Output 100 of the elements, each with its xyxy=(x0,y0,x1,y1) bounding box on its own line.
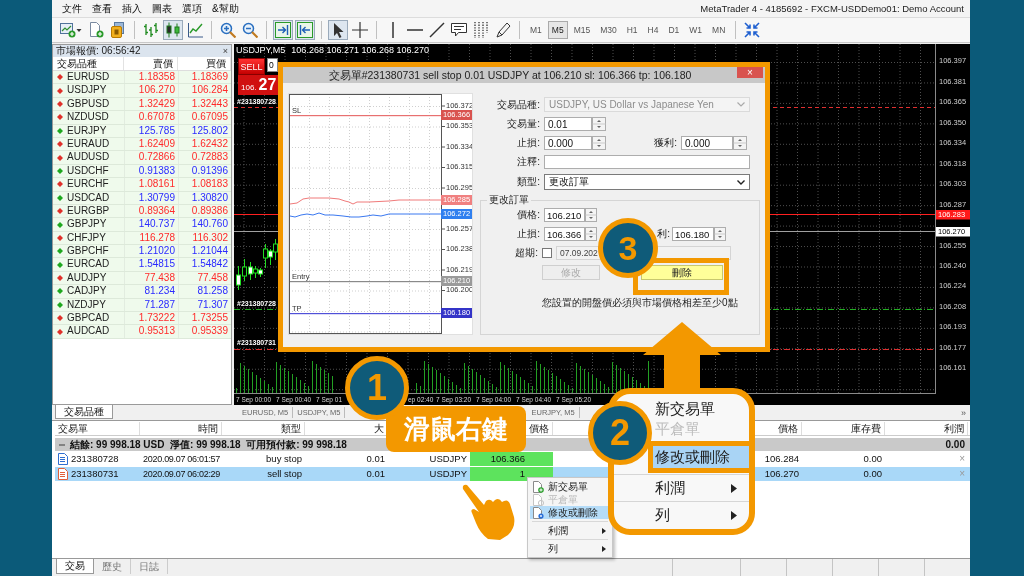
close-button[interactable]: × xyxy=(222,46,228,56)
quote-row[interactable]: CADJPY 81.234 81.258 xyxy=(53,285,231,299)
ask-price: 0.91396 xyxy=(178,164,231,178)
ask-price: 0.67095 xyxy=(178,111,231,124)
bid-price: 0.95313 xyxy=(124,325,178,338)
zoom-in-icon[interactable] xyxy=(218,20,238,40)
column-header[interactable]: 時間 xyxy=(198,423,218,434)
quote-row[interactable]: NZDUSD 0.67078 0.67095 xyxy=(53,111,231,125)
menu-item[interactable]: 列 xyxy=(653,504,749,526)
type-select[interactable]: 更改訂單 xyxy=(544,174,750,190)
input-field[interactable]: 106.180 xyxy=(672,227,714,241)
scroll-tabs-button[interactable]: » xyxy=(961,407,970,418)
candlestick-icon[interactable] xyxy=(163,20,183,40)
input-field[interactable]: 0.01 xyxy=(544,117,592,131)
menu-item[interactable]: 圖表 xyxy=(147,1,177,16)
timeframe-button[interactable]: H1 xyxy=(622,21,642,39)
timeframe-button[interactable]: D1 xyxy=(664,21,684,39)
diagonal-line-icon[interactable] xyxy=(427,20,447,40)
menu-item[interactable]: &幫助 xyxy=(207,1,244,16)
bid-price: 106.270 xyxy=(124,84,178,97)
spinner-icon[interactable] xyxy=(714,227,726,241)
quote-row[interactable]: GBPCAD 1.73222 1.73255 xyxy=(53,312,231,326)
lot-field[interactable]: 0 xyxy=(267,58,278,72)
chart-plus-icon[interactable] xyxy=(58,20,84,40)
spinner-icon[interactable] xyxy=(585,208,597,222)
tab[interactable]: 交易品種 xyxy=(55,405,113,419)
input-field[interactable] xyxy=(544,155,750,169)
hint-text: 您設置的開盤價必須與市場價格相差至少0點 xyxy=(541,297,739,309)
line-chart-icon[interactable] xyxy=(185,20,205,40)
spinner-icon[interactable] xyxy=(585,227,597,241)
quote-row[interactable]: AUDUSD 0.72866 0.72883 xyxy=(53,151,231,165)
column-header[interactable]: 賣價 xyxy=(124,57,178,70)
menu-item[interactable]: 修改或刪除 xyxy=(530,506,610,519)
arrows-in-icon[interactable] xyxy=(742,20,763,40)
quote-row[interactable]: USDJPY 106.270 106.284 xyxy=(53,84,231,98)
bar-chart-icon[interactable] xyxy=(141,20,161,40)
menu-item[interactable]: 修改或刪除 xyxy=(653,446,749,468)
tab[interactable]: 交易 xyxy=(56,559,94,574)
timeframe-button[interactable]: M15 xyxy=(569,21,595,39)
timeframe-button[interactable]: MN xyxy=(708,21,730,39)
column-header[interactable]: 庫存費 xyxy=(851,423,881,434)
column-header[interactable]: 類型 xyxy=(281,423,301,434)
symbol-name: EURGBP xyxy=(67,204,110,218)
zoom-out-icon[interactable] xyxy=(240,20,260,40)
column-header[interactable]: 交易品種 xyxy=(53,57,124,70)
bid-price: 71.287 xyxy=(124,298,178,312)
menu-item[interactable]: 新交易單 xyxy=(530,480,610,493)
tab[interactable]: 歷史 xyxy=(94,559,131,574)
cursor-icon[interactable] xyxy=(328,20,348,40)
quote-row[interactable]: GBPJPY 140.737 140.760 xyxy=(53,218,231,232)
quote-row[interactable]: EURUSD 1.18358 1.18369 xyxy=(53,71,231,85)
input-field[interactable]: 106.210 xyxy=(544,208,585,222)
menu-item[interactable]: 利潤 xyxy=(530,524,610,537)
menu-item[interactable]: 列 xyxy=(530,542,610,555)
ask-price: 0.89386 xyxy=(178,204,231,218)
column-header[interactable]: 大 xyxy=(374,423,384,434)
column-header[interactable]: 利潤 xyxy=(944,423,964,434)
table-cell: 0.01 xyxy=(366,468,385,479)
timeframe-button[interactable]: M1 xyxy=(526,21,546,39)
menu-item[interactable]: 新交易單 xyxy=(653,398,749,420)
crosshair-icon[interactable] xyxy=(350,20,370,40)
sell-button[interactable]: SELL xyxy=(238,58,265,75)
quote-row[interactable]: EURCHF 1.08161 1.08183 xyxy=(53,178,231,192)
document-icon xyxy=(532,493,544,506)
column-header[interactable]: 交易單 xyxy=(58,423,88,434)
ask-price: 77.458 xyxy=(178,271,231,285)
timeframe-button[interactable]: W1 xyxy=(685,21,707,39)
table-cell: 106.366 xyxy=(470,452,553,466)
timeframe-button[interactable]: H4 xyxy=(643,21,663,39)
field-label: 超期: xyxy=(514,246,539,260)
tab[interactable]: 日誌 xyxy=(131,559,168,574)
quote-row[interactable]: GBPCHF 1.21020 1.21044 xyxy=(53,245,231,259)
column-header[interactable]: 價格 xyxy=(778,423,798,434)
input-field[interactable]: 0.000 xyxy=(544,136,592,150)
close-button[interactable]: × xyxy=(737,67,763,78)
pen-icon[interactable] xyxy=(493,20,513,40)
sell-price[interactable]: 106.27 xyxy=(238,75,278,95)
bid-price: 1.73222 xyxy=(124,312,178,325)
menu-item[interactable]: 選項 xyxy=(177,1,207,16)
ask-price: 0.95339 xyxy=(178,325,231,338)
timeframe-button[interactable]: M5 xyxy=(547,21,568,39)
quote-row[interactable]: EURCAD 1.54815 1.54842 xyxy=(53,258,231,272)
input-field[interactable]: 106.366 xyxy=(544,227,585,241)
menu-item[interactable]: 插入 xyxy=(117,1,147,16)
bid-price: 116.278 xyxy=(124,231,178,245)
menu-item[interactable]: 文件 xyxy=(57,1,87,16)
quote-row[interactable]: AUDCAD 0.95313 0.95339 xyxy=(53,325,231,339)
table-cell: buy stop xyxy=(266,453,302,464)
table-cell: 2020.09.07 06:02:29 xyxy=(143,469,220,479)
field-label: 類型: xyxy=(516,175,541,189)
timeframe-button[interactable]: M30 xyxy=(596,21,621,39)
bar-arrow-icon[interactable] xyxy=(295,20,315,40)
column-header[interactable]: 價格 xyxy=(529,423,549,434)
menu-item[interactable]: 查看 xyxy=(87,1,117,16)
delete-button[interactable]: 刪除 xyxy=(641,265,723,280)
bid-price: 140.737 xyxy=(124,218,178,231)
column-header[interactable]: 買價 xyxy=(178,57,231,70)
input-field[interactable]: 0.000 xyxy=(681,136,733,150)
checkbox[interactable] xyxy=(542,248,552,258)
arrow-to-bar-icon[interactable] xyxy=(273,20,293,40)
